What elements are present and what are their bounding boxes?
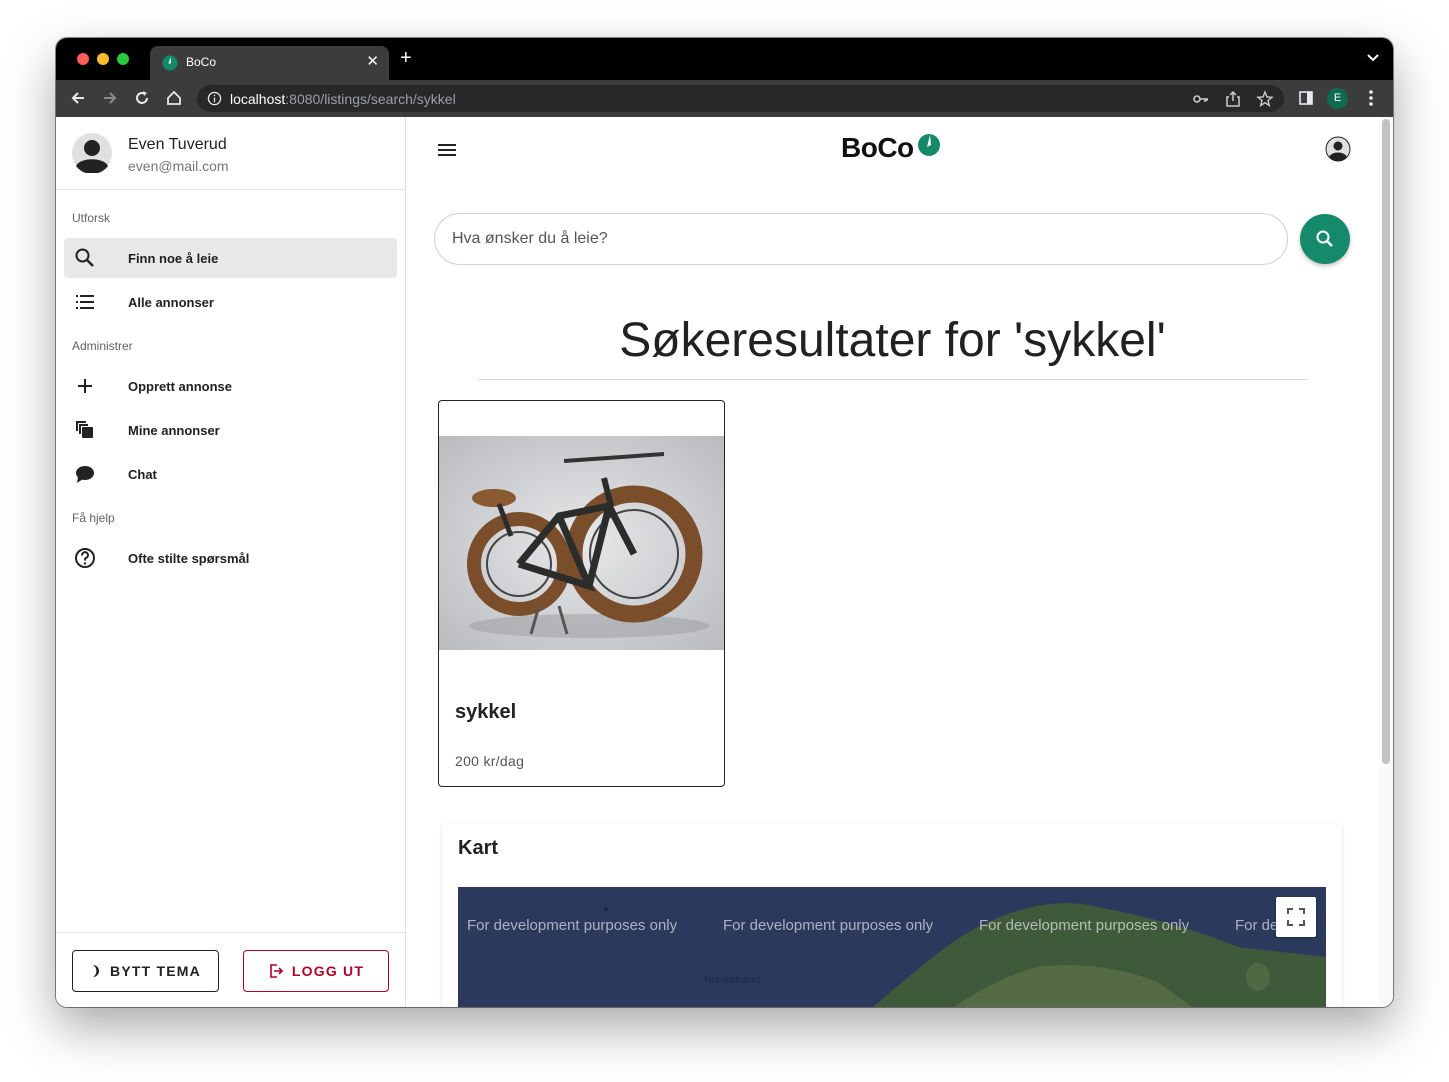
- section-title-fa-hjelp: Få hjelp: [72, 511, 115, 525]
- logout-icon: [270, 964, 284, 978]
- browser-titlebar: BoCo ✕ +: [56, 38, 1393, 80]
- profile-avatar[interactable]: E: [1327, 88, 1348, 109]
- browser-tab[interactable]: BoCo ✕: [150, 46, 389, 80]
- map-watermark: For development purposes only: [979, 917, 1190, 934]
- map-terrain: [604, 903, 1326, 1007]
- sidebar-item-chat[interactable]: Chat: [64, 454, 397, 494]
- user-name: Even Tuverud: [128, 136, 227, 153]
- search-input[interactable]: [434, 213, 1288, 265]
- title-divider: [478, 379, 1307, 380]
- site-info-icon[interactable]: [207, 91, 222, 106]
- plus-icon: [78, 379, 92, 393]
- section-title-utforsk: Utforsk: [72, 211, 111, 225]
- sidebar-item-label: Chat: [128, 467, 157, 482]
- logout-label: LOGG UT: [291, 963, 365, 979]
- map-watermark: For development purposes only: [723, 917, 934, 934]
- list-icon: [76, 295, 94, 309]
- toggle-theme-label: BYTT TEMA: [110, 963, 201, 979]
- maximize-window-button[interactable]: [117, 53, 129, 65]
- sidebar-item-label: Alle annonser: [128, 295, 214, 310]
- search-icon: [75, 248, 94, 267]
- map-fullscreen-button[interactable]: [1276, 897, 1316, 937]
- map-title: Kart: [458, 837, 499, 859]
- sidebar-item-label: Mine annonser: [128, 423, 220, 438]
- help-circle-icon: [75, 548, 95, 568]
- side-panel-icon[interactable]: [1296, 88, 1316, 108]
- key-icon[interactable]: [1192, 90, 1210, 108]
- sidebar-item-alle-annonser[interactable]: Alle annonser: [64, 282, 397, 322]
- user-email: even@mail.com: [128, 158, 229, 174]
- search-button[interactable]: [1300, 214, 1350, 264]
- toggle-theme-button[interactable]: BYTT TEMA: [72, 950, 219, 992]
- search-icon: [1316, 230, 1333, 247]
- share-icon[interactable]: [1224, 90, 1242, 108]
- forward-arrow-icon[interactable]: [100, 88, 120, 108]
- map-sea-label: Norskehavet: [704, 975, 761, 986]
- sidebar-item-label: Finn noe å leie: [128, 251, 219, 266]
- sidebar-item-label: Ofte stilte spørsmål: [128, 551, 250, 566]
- page-viewport: Even Tuverud even@mail.com Utforsk Finn …: [56, 117, 1393, 1007]
- sidebar-item-faq[interactable]: Ofte stilte spørsmål: [64, 538, 397, 578]
- sidebar-item-mine-annonser[interactable]: Mine annonser: [64, 410, 397, 450]
- user-profile-block: Even Tuverud even@mail.com: [56, 117, 405, 190]
- listing-title: sykkel: [455, 701, 517, 723]
- tab-search-chevron-icon[interactable]: [1367, 51, 1379, 65]
- address-bar[interactable]: localhost:8080/listings/search/sykkel: [197, 85, 1284, 112]
- main-content: BoCo Søkeresultater for 'sykkel': [406, 117, 1379, 1007]
- sidebar-item-label: Opprett annonse: [128, 379, 233, 394]
- minimize-window-button[interactable]: [97, 53, 109, 65]
- sidebar-footer: BYTT TEMA LOGG UT: [56, 932, 405, 1007]
- tab-title: BoCo: [186, 55, 217, 69]
- boco-favicon-icon: [162, 55, 178, 71]
- url-text: localhost:8080/listings/search/sykkel: [230, 91, 456, 107]
- sidebar-item-opprett-annonse[interactable]: Opprett annonse: [64, 366, 397, 406]
- scrollbar-thumb[interactable]: [1382, 119, 1390, 764]
- new-tab-button[interactable]: +: [400, 48, 412, 68]
- account-icon[interactable]: [1325, 136, 1351, 162]
- close-window-button[interactable]: [77, 53, 89, 65]
- map-card: Kart For development purposes only For d…: [442, 823, 1342, 1007]
- boco-logo[interactable]: BoCo: [841, 131, 941, 165]
- reload-icon[interactable]: [132, 88, 152, 108]
- map-view[interactable]: For development purposes only For develo…: [458, 887, 1326, 1007]
- listing-price: 200 kr/dag: [455, 753, 525, 769]
- user-avatar-icon: [72, 133, 112, 173]
- fullscreen-icon: [1287, 908, 1305, 926]
- hamburger-menu-icon[interactable]: [436, 139, 458, 161]
- logout-button[interactable]: LOGG UT: [243, 950, 389, 992]
- sidebar-item-finn-noe[interactable]: Finn noe å leie: [64, 238, 397, 278]
- bookmark-star-icon[interactable]: [1256, 90, 1274, 108]
- back-arrow-icon[interactable]: [68, 88, 88, 108]
- navigation-drawer: Even Tuverud even@mail.com Utforsk Finn …: [56, 117, 406, 1007]
- logo-leaf-icon: [917, 134, 940, 156]
- page-title: Søkeresultater for 'sykkel': [619, 314, 1166, 367]
- kebab-menu-icon[interactable]: [1361, 88, 1381, 108]
- chat-icon: [76, 466, 94, 483]
- tab-close-icon[interactable]: ✕: [366, 53, 379, 71]
- home-icon[interactable]: [164, 88, 184, 108]
- listing-card[interactable]: sykkel 200 kr/dag: [438, 400, 725, 787]
- browser-toolbar: localhost:8080/listings/search/sykkel E: [56, 80, 1393, 117]
- section-title-administrer: Administrer: [72, 339, 133, 353]
- listing-image: [439, 436, 724, 650]
- moon-icon: [93, 965, 100, 977]
- copy-icon: [76, 421, 93, 438]
- map-watermark: For development purposes only: [467, 917, 678, 934]
- browser-window: BoCo ✕ + localhost:8080/listings/search/…: [56, 38, 1393, 1007]
- map-watermark: For de: [1235, 917, 1279, 934]
- logo-text: BoCo: [841, 132, 914, 163]
